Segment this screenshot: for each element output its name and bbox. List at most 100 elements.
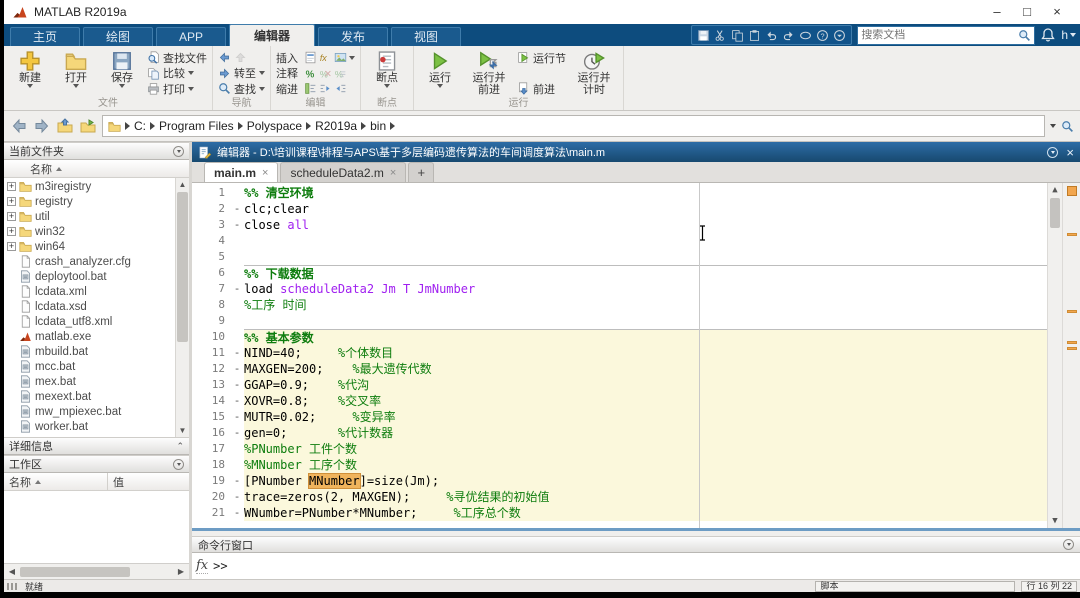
file-item-win64[interactable]: +win64 (4, 239, 175, 254)
nav-back-icon[interactable] (11, 118, 27, 134)
breakpoint-gutter[interactable] (230, 297, 244, 313)
file-item-util[interactable]: +util (4, 209, 175, 224)
nav-forward-icon[interactable] (34, 118, 50, 134)
indent-row[interactable]: 缩进 (276, 81, 355, 96)
breakpoint-gutter[interactable]: - (230, 345, 244, 361)
code-line-21[interactable]: 21-WNumber=PNumber*MNumber; %工序总个数 (192, 505, 1047, 521)
collapse-icon[interactable]: ⌃ (176, 441, 184, 452)
name-column-header[interactable]: 名称 (4, 160, 189, 178)
dock-menu-icon[interactable] (1047, 147, 1058, 158)
file-item-mexext.bat[interactable]: mexext.bat (4, 389, 175, 404)
back-forward-buttons[interactable] (218, 50, 265, 65)
ribbon-tab-编辑器[interactable]: 编辑器 (229, 24, 315, 46)
code-line-20[interactable]: 20-trace=zeros(2, MAXGEN); %寻优结果的初始值 (192, 489, 1047, 505)
command-window-header[interactable]: 命令行窗口 (192, 536, 1080, 553)
panel-menu-icon[interactable] (1063, 539, 1074, 550)
breakpoints-button[interactable]: 断点 (366, 48, 408, 98)
cut-icon[interactable] (714, 29, 727, 42)
code-editor[interactable]: 1%% 清空环境2-clc;clear3-close all456%% 下载数据… (192, 183, 1080, 528)
insert-function-icon[interactable]: fx (319, 51, 332, 64)
ribbon-tab-绘图[interactable]: 绘图 (83, 27, 153, 46)
indent-left-icon[interactable] (334, 82, 347, 95)
scroll-up-icon[interactable]: ▲ (176, 178, 189, 191)
warning-tick-icon[interactable] (1067, 310, 1077, 313)
file-item-mw_mpiexec.bat[interactable]: mw_mpiexec.bat (4, 404, 175, 419)
panel-menu-icon[interactable] (173, 459, 184, 470)
open-button[interactable]: 打开 (55, 48, 97, 98)
breakpoint-gutter[interactable]: - (230, 281, 244, 297)
ribbon-tab-主页[interactable]: 主页 (10, 27, 80, 46)
warning-tick-icon[interactable] (1067, 233, 1077, 236)
details-header[interactable]: 详细信息 ⌃ (4, 437, 189, 455)
file-item-lcdata.xsd[interactable]: lcdata.xsd (4, 299, 175, 314)
tab-main-m[interactable]: main.m × (204, 162, 278, 182)
save-button[interactable]: 保存 (101, 48, 143, 98)
expand-icon[interactable]: + (7, 182, 16, 191)
code-line-8[interactable]: 8%工序 时间 (192, 297, 1047, 313)
workspace-body[interactable] (4, 491, 189, 563)
crumb-0[interactable]: C: (134, 119, 146, 133)
run-and-time-button[interactable]: 运行并 计时 (570, 48, 618, 98)
file-item-matlab.exe[interactable]: matlab.exe (4, 329, 175, 344)
crumb-2[interactable]: Polyspace (247, 119, 302, 133)
insert-section-icon[interactable] (304, 51, 317, 64)
breakpoint-gutter[interactable]: - (230, 361, 244, 377)
expand-icon[interactable]: + (7, 212, 16, 221)
compare-button[interactable]: 比较 (147, 66, 207, 81)
breakpoint-gutter[interactable]: - (230, 505, 244, 521)
user-menu[interactable]: h (1061, 28, 1076, 42)
circle-down-icon[interactable] (833, 29, 846, 42)
uncomment-icon[interactable]: % (319, 67, 332, 80)
file-item-mex.bat[interactable]: mex.bat (4, 374, 175, 389)
ribbon-tab-视图[interactable]: 视图 (391, 27, 461, 46)
run-and-advance-button[interactable]: 运行并 前进 (465, 48, 513, 98)
workspace-hscrollbar[interactable]: ◀ ▶ (4, 563, 189, 579)
scroll-thumb[interactable] (177, 192, 188, 342)
scroll-down-icon[interactable]: ▼ (176, 424, 189, 437)
tab-scheduledata2-m[interactable]: scheduleData2.m × (280, 162, 406, 182)
breakpoint-gutter[interactable] (230, 329, 244, 345)
file-item-worker.bat[interactable]: worker.bat (4, 419, 175, 434)
code-line-17[interactable]: 17%PNumber 工件个数 (192, 441, 1047, 457)
code-line-9[interactable]: 9 (192, 313, 1047, 329)
breadcrumb[interactable]: C:Program FilesPolyspaceR2019abin (102, 115, 1045, 137)
scroll-left-icon[interactable]: ◀ (6, 567, 18, 576)
tab-close-icon[interactable]: × (390, 167, 396, 179)
command-window[interactable]: fx >> (192, 553, 1080, 579)
search-icon[interactable] (1018, 29, 1031, 42)
file-item-lcdata.xml[interactable]: lcdata.xml (4, 284, 175, 299)
tab-close-icon[interactable]: × (262, 167, 268, 179)
advance-button[interactable]: 前进 (517, 81, 566, 96)
goto-button[interactable]: 转至 (218, 66, 265, 81)
file-list[interactable]: +m3iregistry+registry+util+win32+win64cr… (4, 178, 189, 437)
file-item-deploytool.bat[interactable]: deploytool.bat (4, 269, 175, 284)
comment-row[interactable]: 注释 % % % (276, 66, 355, 81)
insert-image-icon[interactable] (334, 51, 347, 64)
breakpoint-gutter[interactable]: - (230, 409, 244, 425)
workspace-header[interactable]: 工作区 (4, 455, 189, 473)
breakpoint-gutter[interactable] (230, 185, 244, 201)
code-line-3[interactable]: 3-close all (192, 217, 1047, 233)
warning-tick-icon[interactable] (1067, 341, 1077, 344)
comment-icon[interactable]: % (304, 67, 317, 80)
scroll-thumb[interactable] (1050, 198, 1060, 228)
find-files-button[interactable]: 查找文件 (147, 50, 207, 65)
editor-scrollbar[interactable]: ▲ ▼ (1047, 183, 1062, 528)
breakpoint-gutter[interactable] (230, 457, 244, 473)
run-section-button[interactable]: 运行节 (517, 50, 566, 65)
breakpoint-gutter[interactable]: - (230, 489, 244, 505)
crumb-3[interactable]: R2019a (315, 119, 357, 133)
minimize-button[interactable]: – (982, 1, 1012, 23)
save-sm-icon[interactable] (697, 29, 710, 42)
browse-folder-icon[interactable] (80, 118, 96, 134)
code-line-19[interactable]: 19-[PNumber MNumber]=size(Jm); (192, 473, 1047, 489)
breakpoint-gutter[interactable]: - (230, 201, 244, 217)
doc-search-input[interactable] (861, 29, 1018, 41)
expand-icon[interactable]: + (7, 227, 16, 236)
undo-icon[interactable] (765, 29, 778, 42)
file-item-mcc.bat[interactable]: mcc.bat (4, 359, 175, 374)
code-line-7[interactable]: 7-load scheduleData2 Jm T JmNumber (192, 281, 1047, 297)
code-line-5[interactable]: 5 (192, 249, 1047, 265)
expand-icon[interactable]: + (7, 242, 16, 251)
breakpoint-gutter[interactable]: - (230, 473, 244, 489)
